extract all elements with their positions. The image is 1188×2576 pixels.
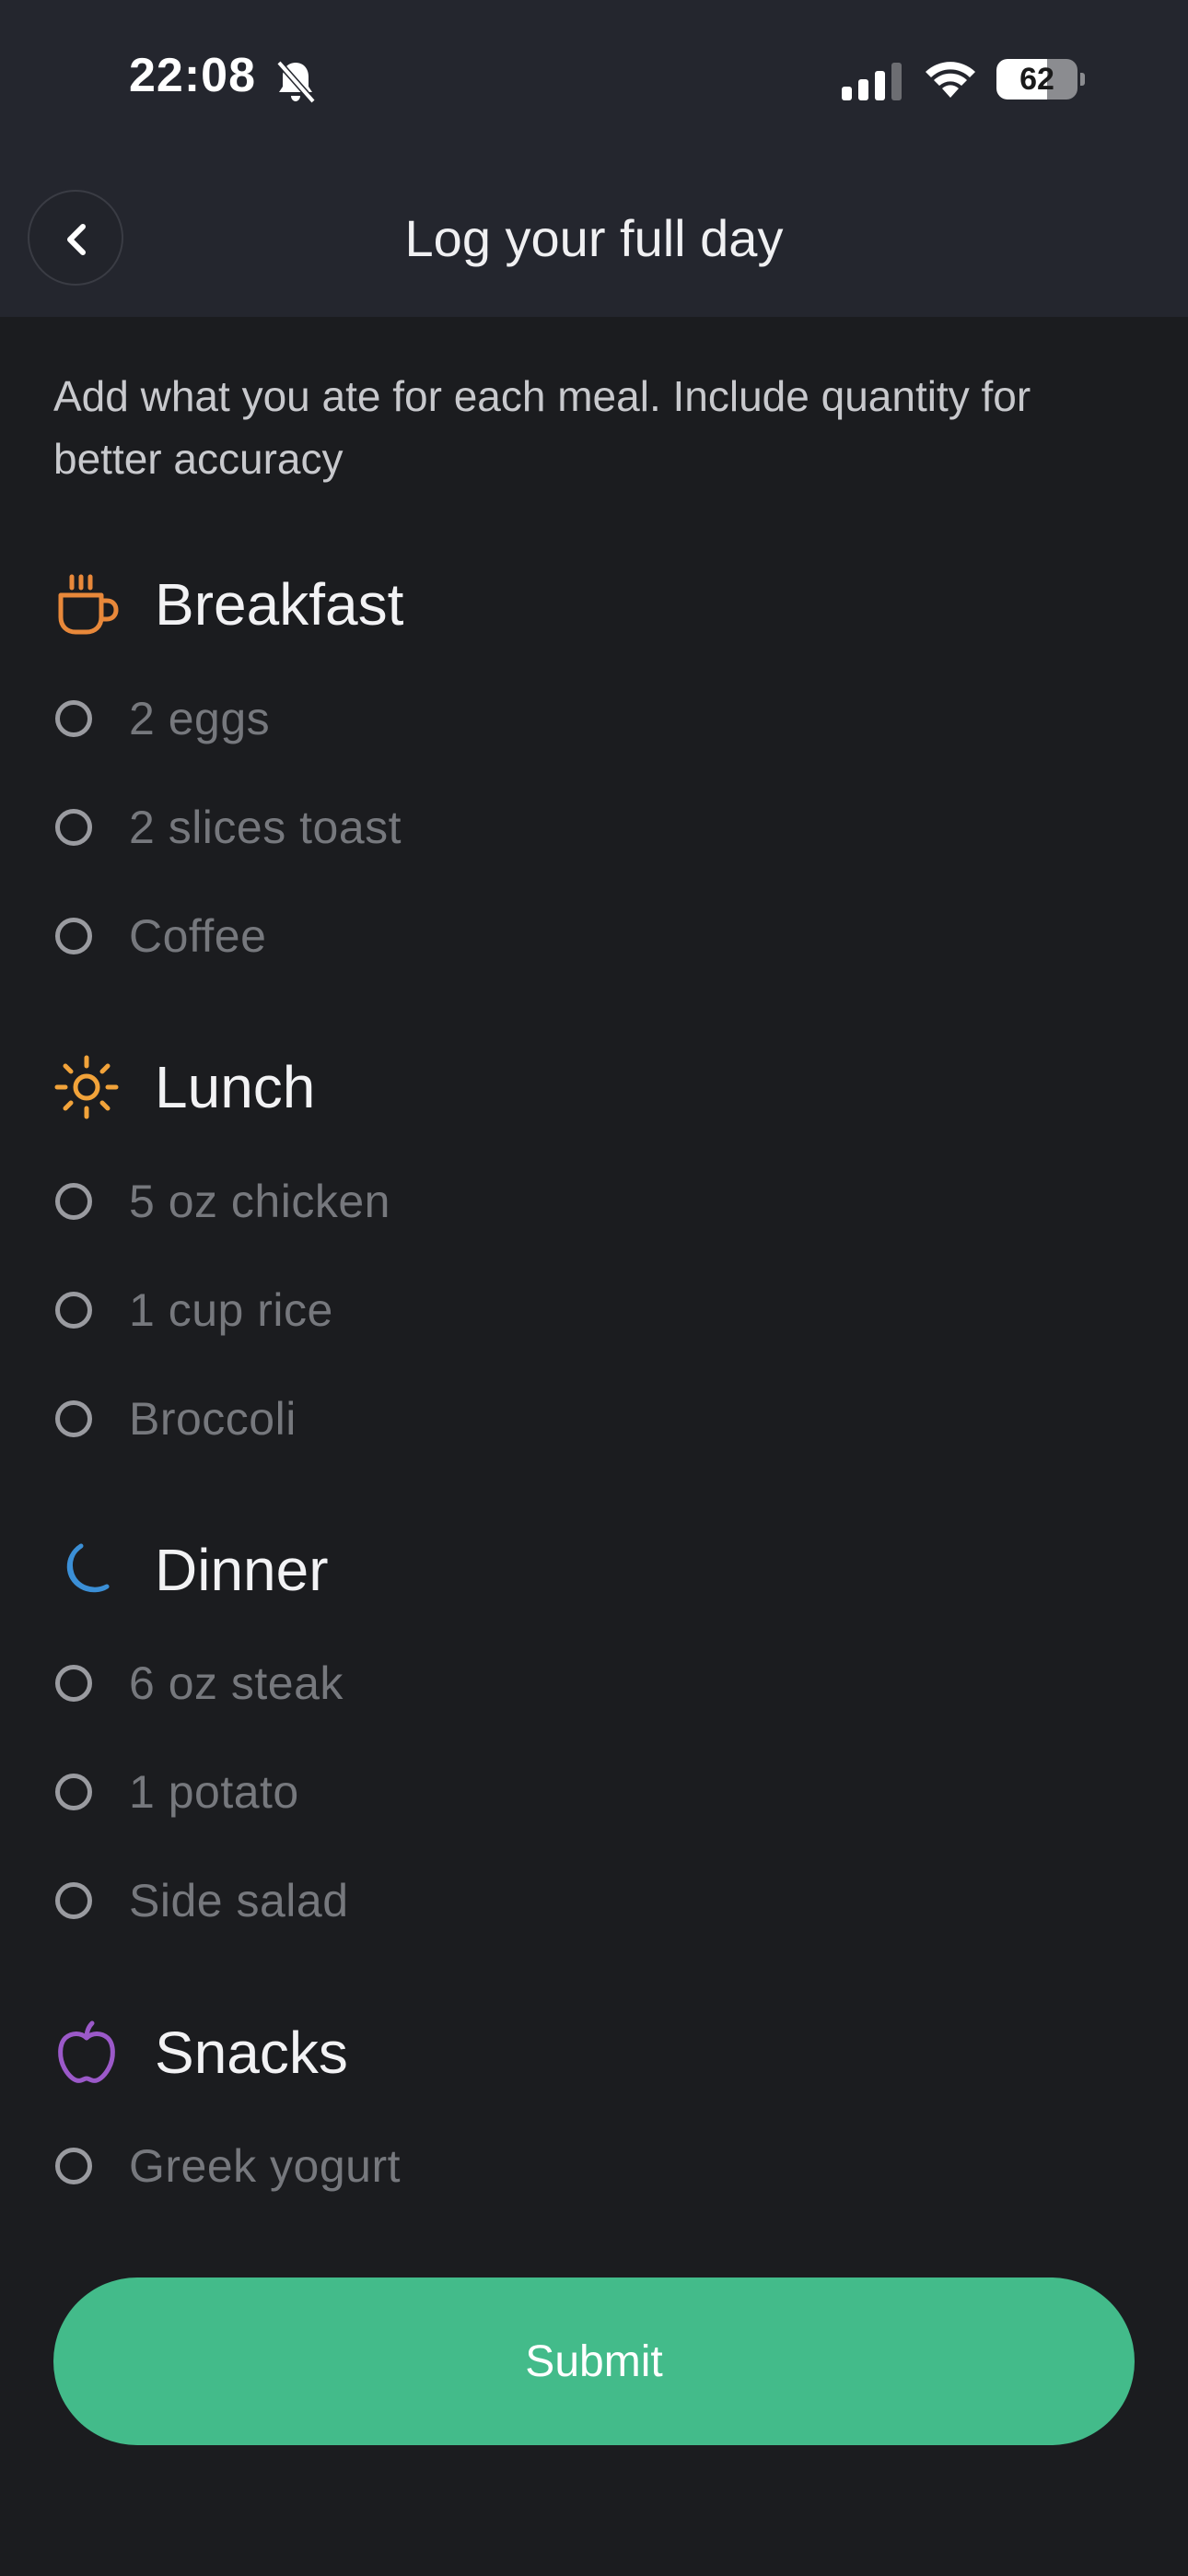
radio-button[interactable] bbox=[55, 809, 92, 846]
radio-button[interactable] bbox=[55, 1292, 92, 1329]
page-title: Log your full day bbox=[404, 209, 784, 267]
list-item[interactable]: 2 slices toast bbox=[53, 795, 402, 860]
apple-icon bbox=[58, 2020, 115, 2083]
radio-button[interactable] bbox=[55, 700, 92, 737]
log-day-screen: 22:08 62 Log your full day Add what you … bbox=[0, 0, 1188, 2576]
radio-button[interactable] bbox=[55, 918, 92, 954]
breakfast-header: Breakfast bbox=[53, 568, 403, 641]
item-placeholder: 6 oz steak bbox=[129, 1657, 344, 1709]
list-item[interactable]: 1 potato bbox=[53, 1760, 299, 1824]
status-time: 22:08 bbox=[129, 49, 256, 102]
radio-button[interactable] bbox=[55, 2148, 92, 2184]
radio-button[interactable] bbox=[55, 1400, 92, 1437]
item-placeholder: Greek yogurt bbox=[129, 2140, 402, 2192]
lunch-header: Lunch bbox=[53, 1050, 315, 1124]
item-placeholder: Side salad bbox=[129, 1875, 349, 1926]
radio-button[interactable] bbox=[55, 1665, 92, 1702]
header: 22:08 62 Log your full day bbox=[0, 0, 1188, 317]
list-item[interactable]: Side salad bbox=[53, 1868, 349, 1933]
item-placeholder: 2 slices toast bbox=[129, 802, 402, 853]
list-item[interactable]: 2 eggs bbox=[53, 686, 270, 751]
moon-icon bbox=[66, 1543, 110, 1593]
item-placeholder: Broccoli bbox=[129, 1393, 297, 1445]
item-placeholder: 1 potato bbox=[129, 1766, 299, 1818]
list-item[interactable]: Coffee bbox=[53, 904, 266, 968]
battery-icon: 62 bbox=[996, 59, 1085, 100]
snacks-header: Snacks bbox=[53, 2016, 348, 2090]
radio-button[interactable] bbox=[55, 1183, 92, 1220]
list-item[interactable]: Greek yogurt bbox=[53, 2134, 401, 2198]
section-title-breakfast: Breakfast bbox=[155, 571, 404, 638]
submit-button[interactable]: Submit bbox=[53, 2277, 1135, 2445]
item-placeholder: 5 oz chicken bbox=[129, 1176, 390, 1227]
wifi-icon bbox=[926, 62, 975, 98]
item-placeholder: Coffee bbox=[129, 910, 267, 962]
item-placeholder: 1 cup rice bbox=[129, 1284, 333, 1336]
list-item[interactable]: 5 oz chicken bbox=[53, 1169, 390, 1234]
instructions-text: Add what you ate for each meal. Include … bbox=[53, 372, 1031, 483]
section-title-dinner: Dinner bbox=[155, 1537, 329, 1603]
dinner-header: Dinner bbox=[53, 1533, 329, 1607]
section-title-lunch: Lunch bbox=[155, 1054, 316, 1120]
list-item[interactable]: 6 oz steak bbox=[53, 1651, 344, 1715]
coffee-cup-icon bbox=[58, 574, 119, 635]
item-placeholder: 2 eggs bbox=[129, 693, 271, 744]
sun-icon bbox=[54, 1055, 119, 1119]
cellular-signal-icon bbox=[842, 63, 902, 100]
radio-button[interactable] bbox=[55, 1774, 92, 1810]
radio-button[interactable] bbox=[55, 1882, 92, 1919]
list-item[interactable]: 1 cup rice bbox=[53, 1278, 333, 1342]
battery-percentage: 62 bbox=[1019, 62, 1054, 97]
list-item[interactable]: Broccoli bbox=[53, 1387, 297, 1451]
section-title-snacks: Snacks bbox=[155, 2020, 348, 2086]
bell-slash-icon bbox=[276, 60, 316, 104]
